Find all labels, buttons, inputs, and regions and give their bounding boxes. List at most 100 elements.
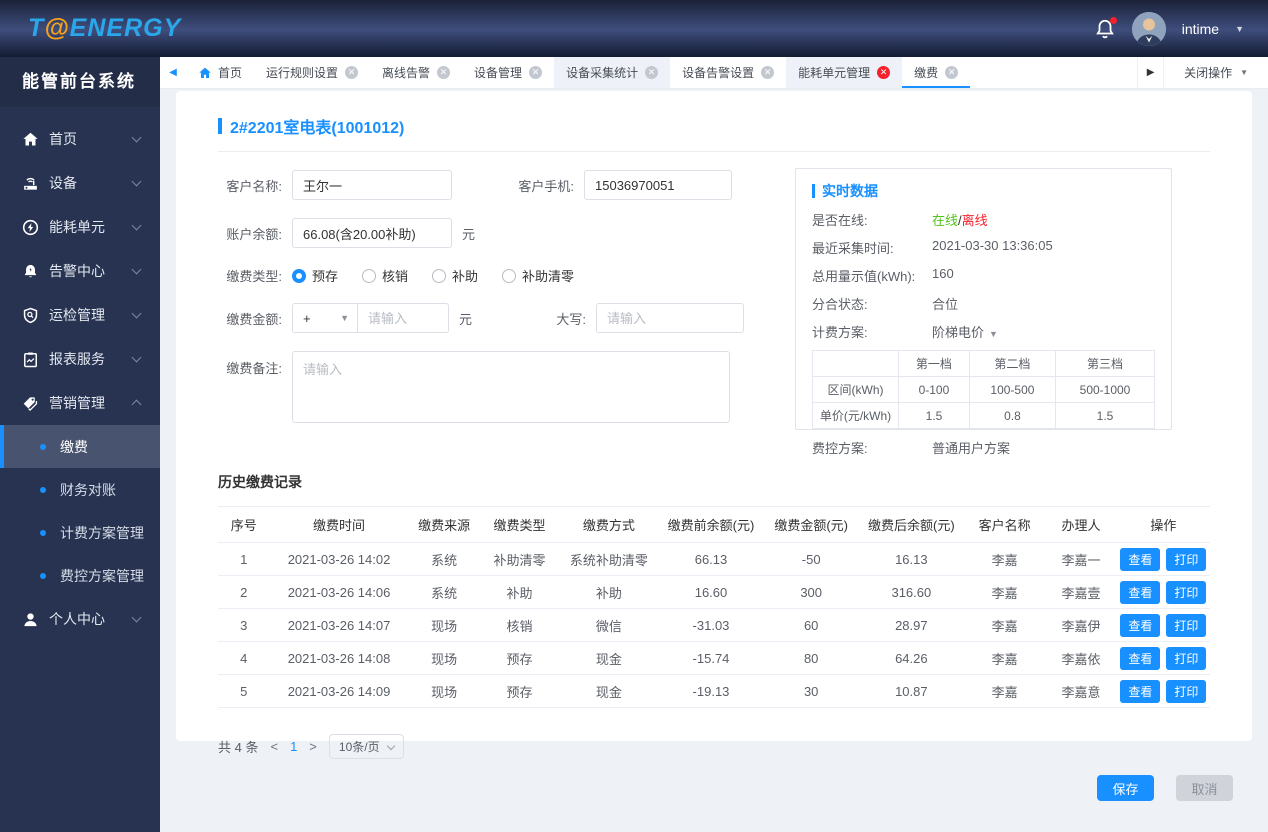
amount-sign-select[interactable]: + ▼	[292, 303, 358, 333]
view-button[interactable]: 查看	[1120, 646, 1161, 670]
tab-device-collect-stats[interactable]: 设备采集统计 ✕	[554, 57, 671, 88]
radio-prestore[interactable]: 预存	[292, 266, 338, 285]
balance-field[interactable]	[292, 218, 452, 248]
billing-plan-label: 计费方案:	[812, 325, 868, 340]
username[interactable]: intime	[1182, 21, 1219, 37]
radio-subsidy-clear[interactable]: 补助清零	[502, 266, 574, 285]
tab-home[interactable]: 首页	[186, 57, 254, 88]
realtime-title: 实时数据	[822, 183, 878, 199]
radio-label: 补助	[452, 269, 479, 284]
view-button[interactable]: 查看	[1120, 547, 1161, 571]
sidebar-item-label: 营销管理	[49, 395, 105, 411]
tab-label: 设备告警设置	[682, 66, 755, 80]
sidebar-item-device[interactable]: 设备	[0, 161, 160, 205]
sidebar-item-home[interactable]: 首页	[0, 117, 160, 161]
topbar: T@ENERGY intime ▼	[0, 0, 1268, 57]
customer-phone-field[interactable]	[584, 170, 732, 200]
sidebar-item-alarm-center[interactable]: 告警中心	[0, 249, 160, 293]
sidebar-item-marketing[interactable]: 营销管理	[0, 381, 160, 425]
cancel-button[interactable]: 取消	[1176, 775, 1233, 801]
notification-bell-icon[interactable]	[1094, 16, 1117, 40]
balance-label: 账户余额:	[226, 226, 282, 242]
logo-energy: ENERGY	[69, 14, 182, 42]
uppercase-label: 大写:	[556, 311, 587, 327]
online-label: 是否在线:	[812, 213, 868, 228]
tab-payment[interactable]: 缴费 ✕	[902, 57, 970, 88]
print-button[interactable]: 打印	[1166, 646, 1207, 670]
history-table: 序号 缴费时间 缴费来源 缴费类型 缴费方式 缴费前余额(元) 缴费金额(元) …	[218, 506, 1210, 708]
tab-offline-alarm[interactable]: 离线告警 ✕	[370, 57, 462, 88]
chevron-down-icon: ▼	[989, 329, 998, 339]
user-menu-caret-icon[interactable]: ▼	[1235, 24, 1244, 34]
online-value[interactable]: 在线	[932, 213, 958, 228]
uppercase-field[interactable]	[596, 303, 745, 333]
column-header: 客户名称	[963, 506, 1046, 543]
page-title: 2#2201室电表(1001012)	[230, 120, 405, 137]
tabs-scroll-right-icon[interactable]: ▶	[1137, 57, 1163, 88]
title-accent-bar	[218, 118, 222, 134]
sidebar-title: 能管前台系统	[0, 57, 160, 107]
close-icon[interactable]: ✕	[437, 66, 451, 79]
amount-label: 缴费金额:	[226, 311, 282, 327]
print-button[interactable]: 打印	[1166, 580, 1207, 604]
radio-writeoff[interactable]: 核销	[362, 266, 408, 285]
table-header-row: 序号 缴费时间 缴费来源 缴费类型 缴费方式 缴费前余额(元) 缴费金额(元) …	[218, 506, 1210, 543]
tab-run-rule-settings[interactable]: 运行规则设置 ✕	[254, 57, 370, 88]
close-icon[interactable]: ✕	[345, 66, 359, 79]
sidebar-item-inspection[interactable]: 运检管理	[0, 293, 160, 337]
sidebar-item-report[interactable]: 报表服务	[0, 337, 160, 381]
print-button[interactable]: 打印	[1166, 613, 1207, 637]
sidebar-item-label: 设备	[49, 175, 77, 191]
table-row: 2 2021-03-26 14:06 系统 补助 补助 16.60 300 316.60 李嘉李…	[218, 575, 1210, 609]
total-count: 共 4 条	[218, 740, 259, 755]
home-icon	[22, 131, 39, 148]
close-icon[interactable]: ✕	[761, 66, 775, 79]
radio-subsidy[interactable]: 补助	[432, 266, 478, 285]
view-button[interactable]: 查看	[1120, 613, 1161, 637]
print-button[interactable]: 打印	[1166, 547, 1207, 571]
page-size-select[interactable]: 10条/页	[328, 734, 404, 759]
column-header: 缴费类型	[479, 506, 560, 543]
sidebar-item-label: 告警中心	[49, 263, 105, 279]
amount-field[interactable]	[357, 303, 449, 333]
sidebar-item-personal-center[interactable]: 个人中心	[0, 597, 160, 641]
remark-field[interactable]	[292, 351, 730, 423]
sidebar-subitem-payment[interactable]: 缴费	[0, 425, 160, 468]
sidebar-item-energy-unit[interactable]: 能耗单元	[0, 205, 160, 249]
column-header: 缴费方式	[559, 506, 659, 543]
sidebar-item-label: 首页	[49, 131, 77, 147]
sidebar-subitem-finance-reconciliation[interactable]: 财务对账	[0, 468, 160, 511]
save-button[interactable]: 保存	[1097, 775, 1154, 801]
sidebar-item-label: 报表服务	[49, 351, 105, 367]
page-number[interactable]: 1	[290, 739, 297, 754]
chevron-down-icon	[131, 264, 142, 275]
view-button[interactable]: 查看	[1120, 679, 1161, 703]
device-icon	[22, 175, 39, 192]
logo-at-icon: @	[44, 14, 70, 42]
offline-value[interactable]: 离线	[962, 213, 988, 228]
avatar[interactable]	[1131, 11, 1166, 46]
close-icon[interactable]: ✕	[529, 66, 543, 79]
tab-device-alarm-settings[interactable]: 设备告警设置 ✕	[670, 57, 786, 88]
view-button[interactable]: 查看	[1120, 580, 1161, 604]
sidebar-subitem-fee-control-plan[interactable]: 费控方案管理	[0, 554, 160, 597]
tab-energy-unit-management[interactable]: 能耗单元管理 ✕	[786, 57, 903, 88]
billing-plan-dropdown[interactable]: 阶梯电价 ▼	[932, 322, 998, 341]
sidebar-subitem-billing-plan[interactable]: 计费方案管理	[0, 511, 160, 554]
tier-price-table: 第一档 第二档 第三档 区间(kWh) 0-100 100-500 500-10…	[812, 350, 1155, 429]
radio-icon	[362, 268, 377, 283]
tab-device-management[interactable]: 设备管理 ✕	[462, 57, 554, 88]
prev-page-icon[interactable]: <	[268, 739, 280, 754]
tier-cell: 0.8	[968, 402, 1057, 429]
tab-label: 设备采集统计	[566, 66, 639, 80]
radio-icon	[432, 268, 447, 283]
print-button[interactable]: 打印	[1166, 679, 1207, 703]
tabs-scroll-left-icon[interactable]: ◀	[160, 57, 186, 88]
close-icon[interactable]: ✕	[645, 66, 659, 79]
notification-badge	[1109, 16, 1117, 24]
next-page-icon[interactable]: >	[307, 739, 319, 754]
close-icon[interactable]: ✕	[945, 66, 959, 79]
close-operations-dropdown[interactable]: 关闭操作 ▼	[1163, 57, 1268, 88]
customer-name-field[interactable]	[292, 170, 452, 200]
close-icon[interactable]: ✕	[877, 66, 891, 79]
